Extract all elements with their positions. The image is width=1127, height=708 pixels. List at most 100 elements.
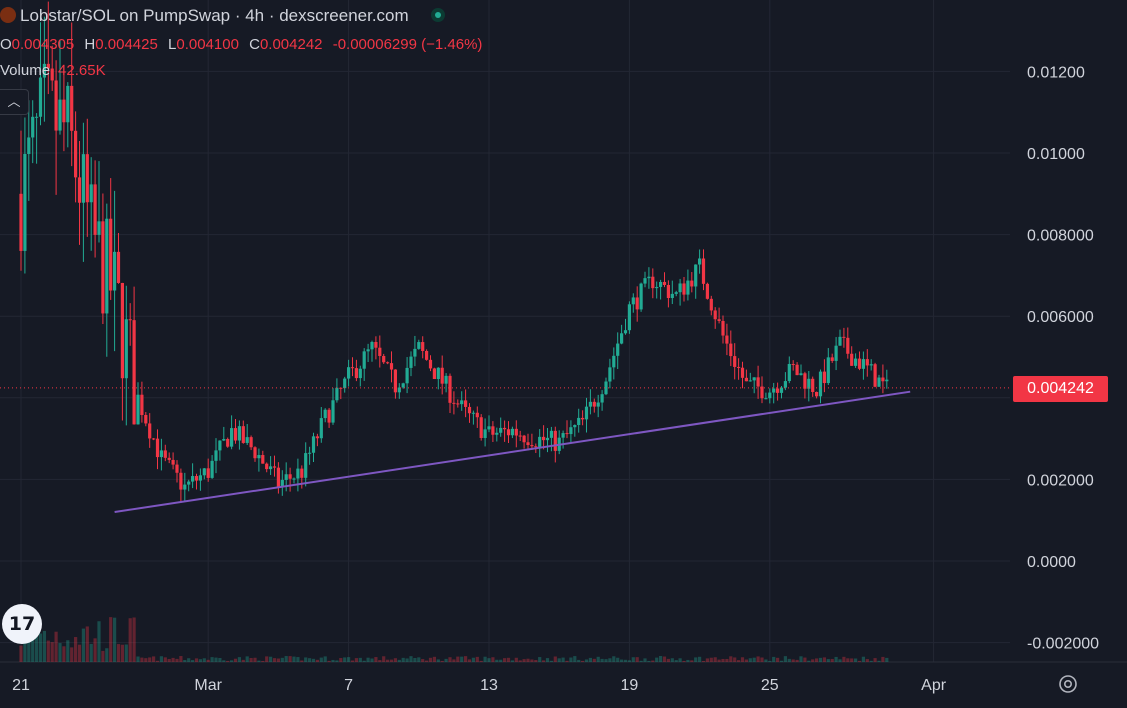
volume-bar — [635, 657, 639, 662]
candle-body — [608, 367, 612, 382]
candle-body — [347, 367, 351, 379]
candle-body — [510, 428, 514, 436]
candle-body — [323, 409, 327, 419]
volume-bar — [218, 657, 222, 662]
candle-body — [109, 218, 113, 291]
volume-bar — [522, 659, 526, 662]
volume-bar — [779, 660, 784, 662]
candle-body — [378, 347, 382, 356]
candle-body — [425, 350, 429, 360]
candle-body — [27, 137, 31, 154]
candle-body — [725, 335, 729, 344]
volume-bar — [93, 638, 97, 662]
candle-body — [674, 292, 678, 294]
candle-body — [187, 481, 191, 485]
candle-body — [678, 283, 682, 293]
candle-body — [249, 437, 253, 448]
ohlc-row: O0.004305 H0.004425 L0.004100 C0.004242 … — [0, 36, 488, 53]
candle-body — [105, 218, 109, 314]
gear-icon[interactable] — [1057, 673, 1079, 695]
volume-bar — [865, 659, 869, 662]
candle-body — [389, 363, 394, 370]
volume-bar — [74, 637, 78, 662]
candle-body — [335, 387, 339, 401]
candle-body — [171, 459, 175, 465]
chart-canvas[interactable]: 0.01200 0.01000 0.008000 0.006000 0.002000 0.… — [0, 0, 1127, 708]
volume-bar — [885, 657, 889, 662]
tradingview-logo-icon[interactable]: 17 — [2, 604, 42, 644]
volume-bar — [393, 658, 397, 662]
candle-body — [565, 433, 569, 435]
volume-bar — [249, 657, 253, 662]
volume-bar — [506, 657, 511, 662]
candle-body — [464, 400, 468, 407]
candle-body — [272, 466, 277, 468]
volume-bar — [729, 656, 733, 662]
candle-body — [226, 439, 230, 447]
volume-bar — [460, 656, 464, 662]
volume-bar — [854, 658, 858, 662]
volume-bar — [428, 657, 433, 662]
candle-body — [655, 286, 659, 289]
candle-body — [620, 333, 624, 344]
candle-body — [670, 293, 674, 298]
volume-bar — [276, 658, 280, 662]
volume-bar — [752, 657, 756, 662]
candle-body — [155, 438, 160, 458]
volume-bar — [690, 660, 694, 662]
volume-bar — [358, 657, 362, 662]
volume-bar — [241, 659, 245, 662]
volume-bar — [670, 658, 674, 662]
candle-body — [776, 388, 780, 393]
candle-body — [834, 345, 838, 361]
volume-bar — [764, 659, 768, 662]
ohlc-high-value: 0.004425 — [95, 36, 158, 53]
volume-bar — [350, 660, 355, 662]
candle-body — [179, 472, 183, 490]
volume-bar — [799, 656, 803, 662]
candle-body — [666, 284, 670, 298]
candle-body — [553, 430, 557, 451]
volume-bar — [791, 659, 795, 662]
volume-bar — [339, 658, 343, 662]
volume-bar — [132, 617, 136, 662]
volume-bar — [386, 659, 390, 662]
volume-bar — [347, 657, 351, 662]
volume-bar — [846, 658, 850, 662]
candle-body — [584, 406, 589, 420]
volume-bar — [436, 659, 440, 662]
volume-value: 42.65K — [58, 62, 106, 79]
candle-body — [77, 177, 82, 203]
volume-bar — [171, 657, 175, 662]
candle-body — [826, 357, 830, 384]
volume-bar — [261, 660, 265, 662]
volume-bar — [120, 644, 124, 662]
volume-bar — [140, 657, 144, 662]
volume-bar — [233, 658, 238, 662]
volume-bar — [382, 656, 386, 662]
candle-body — [682, 283, 686, 295]
candle-body — [358, 368, 362, 379]
volume-bar — [795, 659, 799, 662]
candle-body — [292, 478, 296, 480]
volume-bar — [709, 657, 713, 662]
volume-bar — [733, 657, 737, 662]
volume-bar — [144, 658, 148, 662]
candle-body — [382, 355, 386, 363]
candle-body — [838, 336, 842, 346]
candle-body — [471, 412, 475, 414]
volume-bar — [737, 660, 741, 662]
candle-body — [549, 430, 553, 438]
volume-bar — [608, 658, 612, 662]
volume-bar — [822, 657, 826, 662]
y-tick-label: 0.008000 — [1027, 228, 1094, 245]
volume-bar — [530, 659, 534, 662]
volume-bar — [682, 660, 686, 662]
volume-bar — [354, 658, 358, 662]
volume-bar — [503, 658, 507, 662]
collapse-legend-button[interactable]: ︿ — [0, 89, 29, 115]
candle-body — [815, 391, 819, 397]
volume-bar — [148, 657, 152, 662]
candle-body — [194, 476, 199, 481]
candle-body — [643, 278, 647, 284]
